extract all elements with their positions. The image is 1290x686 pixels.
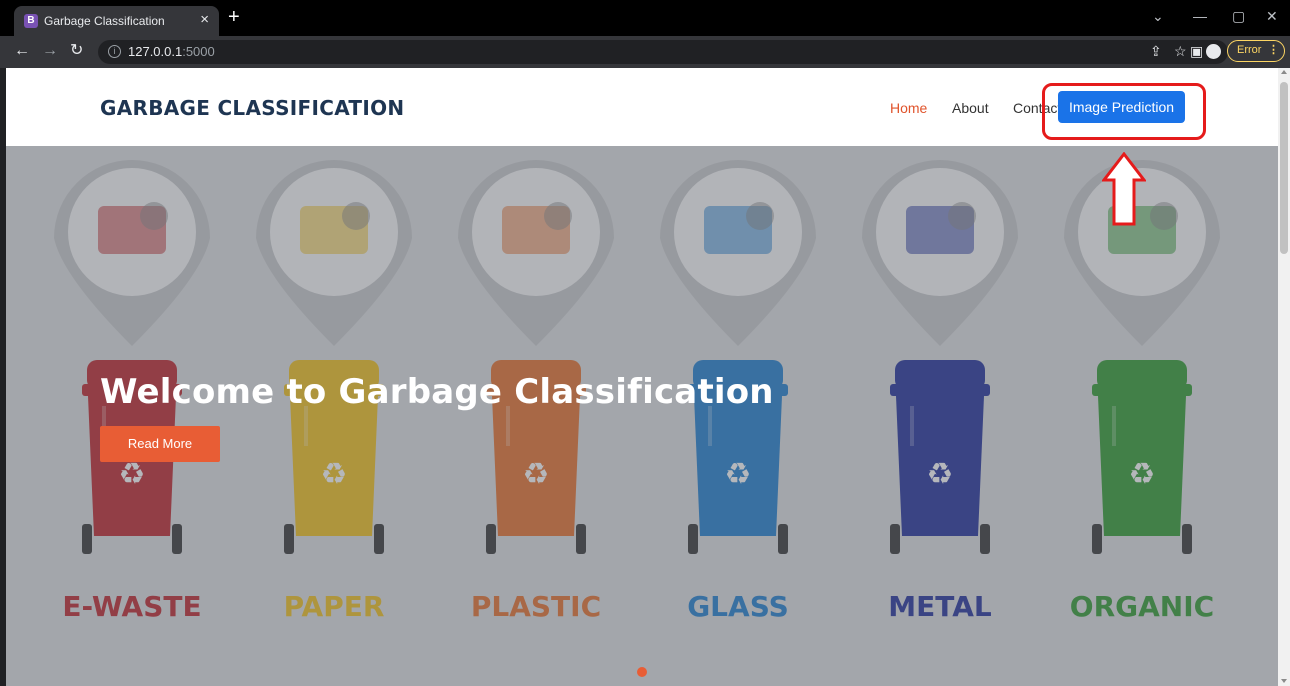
- error-button[interactable]: Error ⋮: [1227, 40, 1285, 62]
- address-bar[interactable]: i 127.0.0.1:5000: [98, 40, 1228, 64]
- nav-home[interactable]: Home: [890, 100, 927, 116]
- back-icon[interactable]: ←: [14, 42, 30, 60]
- new-tab-button[interactable]: +: [228, 7, 240, 27]
- star-icon[interactable]: ☆: [1174, 44, 1187, 58]
- hero-title: Welcome to Garbage Classification: [100, 372, 774, 412]
- close-tab-icon[interactable]: ×: [200, 11, 209, 28]
- url-port: :5000: [182, 44, 215, 59]
- browser-titlebar: B Garbage Classification × + ⌄ — ▢ ✕: [0, 0, 1290, 36]
- nav-about[interactable]: About: [952, 100, 989, 116]
- url-host: 127.0.0.1: [128, 44, 183, 59]
- reload-icon[interactable]: ↻: [70, 42, 83, 60]
- tab-search-icon[interactable]: ⌄: [1152, 8, 1164, 25]
- menu-icon[interactable]: ⋮: [1268, 41, 1279, 60]
- annotation-highlight-box: [1042, 83, 1206, 140]
- info-icon[interactable]: i: [108, 45, 121, 58]
- url-text: 127.0.0.1:5000: [128, 44, 215, 59]
- up-arrow-annotation-icon: [1102, 152, 1146, 226]
- browser-toolbar: ← → ↻ i 127.0.0.1:5000 ⇪ ☆ ▣ Error ⋮: [0, 36, 1290, 68]
- read-more-button[interactable]: Read More: [100, 426, 220, 462]
- forward-icon[interactable]: →: [42, 42, 58, 60]
- share-icon[interactable]: ⇪: [1150, 44, 1162, 58]
- site-header: GARBAGE CLASSIFICATION Home About Contac…: [6, 68, 1278, 146]
- site-logo[interactable]: GARBAGE CLASSIFICATION: [100, 96, 404, 120]
- profile-icon[interactable]: [1206, 44, 1221, 59]
- tab-title: Garbage Classification: [44, 14, 165, 28]
- browser-tab[interactable]: B Garbage Classification ×: [14, 6, 219, 36]
- restore-icon[interactable]: ▢: [1232, 8, 1245, 25]
- web-page: GARBAGE CLASSIFICATION Home About Contac…: [6, 68, 1278, 686]
- close-window-icon[interactable]: ✕: [1266, 8, 1278, 25]
- bootstrap-favicon-icon: B: [24, 14, 38, 28]
- scroll-thumb[interactable]: [1280, 82, 1288, 254]
- carousel-indicator[interactable]: [637, 667, 647, 677]
- page-scrollbar[interactable]: [1278, 68, 1290, 686]
- hero-overlay: [6, 146, 1278, 686]
- scroll-up-icon[interactable]: [1281, 70, 1287, 74]
- hero-banner: ♻ ♻ ♻ ♻ ♻ ♻ E-WASTE PAPER PLASTIC GLASS METAL ORGA…: [6, 146, 1278, 686]
- minimize-icon[interactable]: —: [1193, 8, 1207, 24]
- error-label: Error: [1237, 44, 1262, 56]
- scroll-down-icon[interactable]: [1281, 679, 1287, 683]
- sidepanel-icon[interactable]: ▣: [1190, 44, 1203, 58]
